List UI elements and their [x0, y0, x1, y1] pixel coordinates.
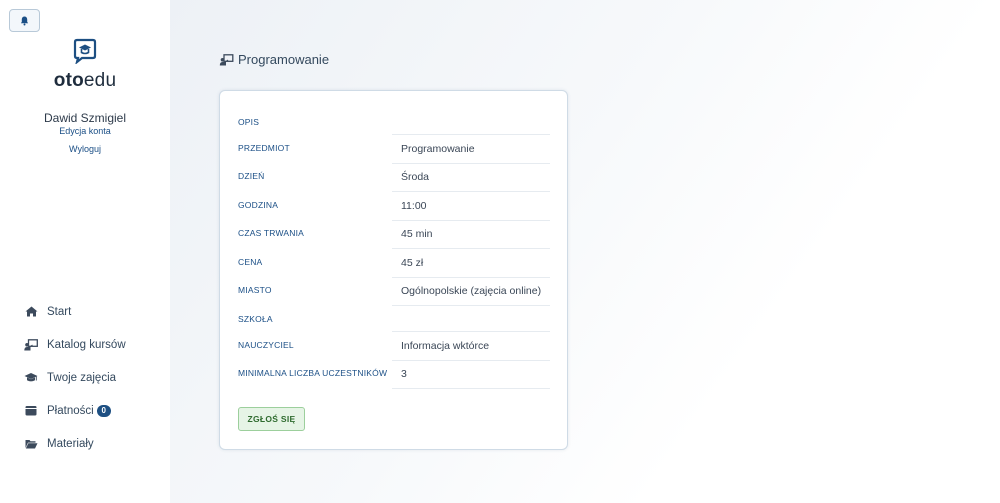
course-details-card: OPIS PRZEDMIOT Programowanie DZIEŃ Środa… — [219, 90, 568, 450]
row-divider — [392, 134, 550, 135]
row-divider — [392, 248, 550, 249]
nav-item-payments[interactable]: Płatności 0 — [24, 394, 126, 427]
row-divider — [392, 191, 550, 192]
detail-value: Informacja wktórce — [401, 340, 490, 352]
page-title-text: Programowanie — [238, 52, 330, 67]
detail-label: DZIEŃ — [238, 171, 265, 181]
detail-value: Programowanie — [401, 143, 475, 155]
folder-open-icon — [24, 438, 38, 450]
detail-label: MINIMALNA LICZBA UCZESTNIKÓW — [238, 368, 388, 378]
detail-label: CZAS TRWANIA — [238, 228, 305, 238]
nav-item-label: Płatności — [47, 404, 94, 417]
detail-label: MIASTO — [238, 285, 272, 295]
detail-label: PRZEDMIOT — [238, 143, 290, 153]
detail-label: CENA — [238, 257, 263, 267]
nav-item-label: Twoje zajęcia — [47, 371, 117, 384]
detail-value: 3 — [401, 368, 407, 380]
notifications-button[interactable] — [9, 9, 40, 32]
wallet-icon — [24, 405, 38, 417]
detail-value: 45 min — [401, 228, 433, 240]
detail-value: 45 zł — [401, 257, 424, 269]
apply-button[interactable]: ZGŁOŚ SIĘ — [238, 407, 305, 431]
page-title: Programowanie — [219, 52, 329, 67]
detail-label: GODZINA — [238, 200, 279, 210]
nav-item-my-classes[interactable]: Twoje zajęcia — [24, 361, 126, 394]
row-divider — [392, 163, 550, 164]
row-divider — [392, 305, 550, 306]
row-divider — [392, 360, 550, 361]
detail-value: Ogólnopolskie (zajęcia online) — [401, 285, 542, 297]
app-logo[interactable]: otoedu — [0, 38, 170, 92]
nav-item-materials[interactable]: Materiały — [24, 427, 126, 460]
detail-label: SZKOŁA — [238, 314, 273, 324]
logout-link[interactable]: Wyloguj — [0, 144, 170, 154]
edit-account-link[interactable]: Edycja konta — [0, 126, 170, 136]
nav-item-label: Start — [47, 305, 72, 318]
graduation-chat-icon — [73, 38, 97, 64]
detail-label: OPIS — [238, 117, 260, 127]
nav-item-label: Katalog kursów — [47, 338, 126, 351]
row-divider — [392, 331, 550, 332]
nav-item-label: Materiały — [47, 437, 94, 450]
teacher-board-icon — [219, 53, 234, 66]
detail-value: Środa — [401, 171, 430, 183]
row-divider — [392, 277, 550, 278]
detail-label: NAUCZYCIEL — [238, 340, 294, 350]
user-name: Dawid Szmigiel — [43, 111, 127, 125]
teacher-board-icon — [24, 338, 38, 351]
sidebar: otoedu Dawid Szmigiel Edycja konta Wylog… — [0, 0, 170, 503]
detail-value: 11:00 — [401, 200, 427, 212]
nav-item-start[interactable]: Start — [24, 295, 126, 328]
bell-icon — [20, 16, 29, 25]
row-divider — [392, 388, 550, 389]
main-nav: Start Katalog kursów Twoje zajęcia Płatn… — [24, 295, 126, 460]
logo-text: otoedu — [53, 70, 117, 91]
nav-item-catalog[interactable]: Katalog kursów — [24, 328, 126, 361]
graduation-cap-icon — [24, 372, 38, 384]
row-divider — [392, 220, 550, 221]
payments-count-badge: 0 — [96, 404, 111, 417]
home-icon — [24, 306, 38, 318]
